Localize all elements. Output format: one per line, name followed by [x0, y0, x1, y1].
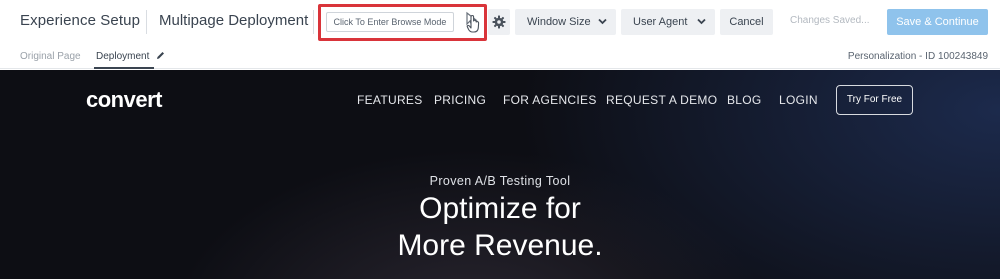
nav-link-agencies[interactable]: FOR AGENCIES	[503, 93, 597, 107]
app-title: Experience Setup	[20, 12, 141, 29]
try-for-free-button[interactable]: Try For Free	[836, 85, 913, 115]
cursor-hand-icon[interactable]	[462, 11, 482, 35]
hero-heading-line-1: Optimize for	[419, 192, 581, 225]
browse-mode-button[interactable]: Click To Enter Browse Mode	[326, 12, 454, 32]
active-tab-indicator	[94, 67, 154, 69]
nav-link-request-demo[interactable]: REQUEST A DEMO	[606, 93, 717, 107]
editor-toolbar: Experience Setup Multipage Deployment Cl…	[0, 0, 1000, 44]
user-agent-dropdown[interactable]: User Agent	[621, 9, 715, 35]
window-size-dropdown[interactable]: Window Size	[515, 9, 616, 35]
chevron-down-icon	[697, 18, 706, 25]
nav-link-features[interactable]: FEATURES	[357, 93, 423, 107]
pencil-icon[interactable]	[156, 51, 165, 60]
cancel-button[interactable]: Cancel	[720, 9, 773, 35]
save-continue-button[interactable]: Save & Continue	[887, 9, 988, 35]
nav-link-blog[interactable]: BLOG	[727, 93, 762, 107]
settings-button[interactable]	[488, 9, 510, 35]
tab-deployment[interactable]: Deployment	[96, 51, 149, 62]
experience-id-label: Personalization - ID 100243849	[847, 51, 988, 62]
chevron-down-icon	[598, 18, 607, 25]
hero-heading-line-2: More Revenue.	[397, 229, 603, 262]
page-name: Multipage Deployment	[159, 12, 309, 29]
toolbar-divider	[313, 10, 314, 34]
website-preview[interactable]: convert FEATURES PRICING FOR AGENCIES RE…	[0, 70, 1000, 279]
toolbar-divider	[146, 10, 147, 34]
gear-icon	[492, 15, 506, 29]
hero-subtitle: Proven A/B Testing Tool	[429, 174, 571, 188]
nav-link-login[interactable]: LOGIN	[779, 93, 818, 107]
site-logo[interactable]: convert	[86, 87, 162, 113]
window-size-label: Window Size	[527, 16, 591, 28]
nav-link-pricing[interactable]: PRICING	[434, 93, 486, 107]
user-agent-label: User Agent	[633, 16, 688, 28]
save-status-label: Changes Saved...	[790, 15, 870, 26]
page-tabs-bar: Original Page Deployment Personalization…	[0, 44, 1000, 69]
tab-original-page[interactable]: Original Page	[20, 51, 81, 62]
